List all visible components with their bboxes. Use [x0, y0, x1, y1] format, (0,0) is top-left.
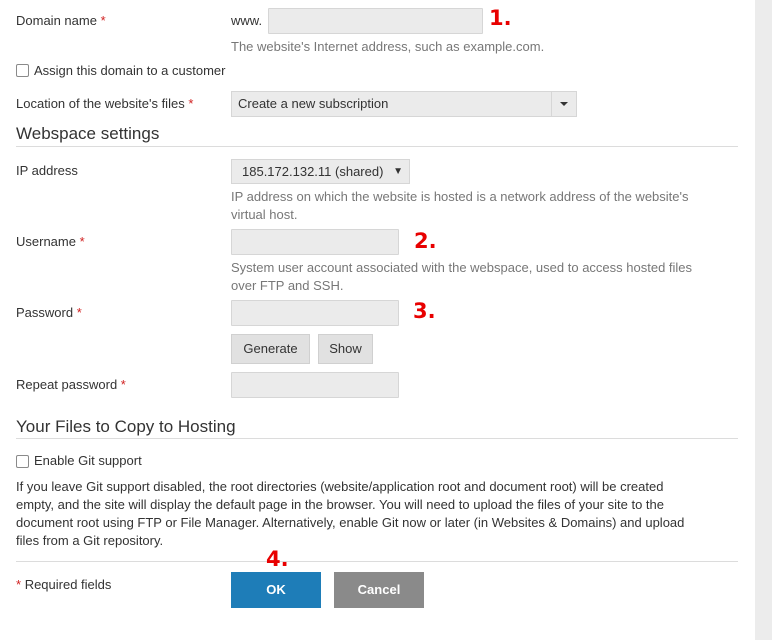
enable-git-label: Enable Git support	[34, 453, 142, 468]
generate-password-button[interactable]: Generate	[231, 334, 310, 364]
username-input[interactable]	[231, 229, 399, 255]
repeat-password-label: Repeat password *	[16, 377, 126, 392]
enable-git-checkbox[interactable]	[16, 455, 29, 468]
dropdown-arrow-icon: ▼	[393, 166, 403, 177]
annotation-step-1: 1.	[489, 6, 512, 30]
git-description-line: If you leave Git support disabled, the r…	[16, 479, 664, 494]
domain-name-label: Domain name *	[16, 13, 106, 28]
annotation-step-3: 3.	[413, 299, 436, 323]
ip-address-hint: IP address on which the website is hoste…	[231, 188, 731, 224]
domain-prefix: www.	[231, 13, 263, 28]
section-divider	[16, 438, 738, 439]
domain-name-label-text: Domain name	[16, 13, 97, 28]
scrollbar-track[interactable]	[755, 0, 772, 640]
webspace-section-title: Webspace settings	[16, 124, 160, 143]
required-mark: *	[120, 377, 126, 392]
annotation-step-4: 4.	[266, 547, 289, 571]
username-hint-line: over FTP and SSH.	[231, 278, 344, 293]
git-description-line: document root using FTP or File Manager.…	[16, 515, 685, 530]
ok-button[interactable]: OK	[231, 572, 321, 608]
ip-address-label: IP address	[16, 163, 78, 178]
password-label-text: Password	[16, 305, 74, 320]
location-select-arrow[interactable]	[551, 92, 576, 116]
footer-divider	[16, 561, 738, 562]
required-fields-note: * Required fields	[16, 577, 111, 592]
username-label-text: Username	[16, 234, 76, 249]
git-description-line: empty, and the site will display the def…	[16, 497, 664, 512]
username-hint: System user account associated with the …	[231, 259, 731, 295]
git-description-line: files from a Git repository.	[16, 533, 164, 548]
location-select-value: Create a new subscription	[238, 96, 389, 111]
password-label: Password *	[16, 305, 82, 320]
assign-customer-checkbox[interactable]	[16, 64, 29, 77]
domain-name-input[interactable]	[268, 8, 483, 34]
files-section-title: Your Files to Copy to Hosting	[16, 417, 236, 436]
username-label: Username *	[16, 234, 85, 249]
domain-name-hint: The website's Internet address, such as …	[231, 39, 545, 54]
section-divider	[16, 146, 738, 147]
repeat-password-label-text: Repeat password	[16, 377, 118, 392]
ip-address-hint-line: IP address on which the website is hoste…	[231, 189, 689, 204]
assign-customer-label: Assign this domain to a customer	[34, 63, 226, 78]
required-mark: *	[188, 96, 194, 111]
ip-address-hint-line: virtual host.	[231, 207, 298, 222]
required-mark: *	[16, 577, 22, 592]
location-label: Location of the website's files *	[16, 96, 193, 111]
repeat-password-input[interactable]	[231, 372, 399, 398]
ip-address-select-value: 185.172.132.11 (shared)	[242, 164, 384, 179]
username-hint-line: System user account associated with the …	[231, 260, 693, 275]
location-label-text: Location of the website's files	[16, 96, 185, 111]
location-select[interactable]: Create a new subscription	[231, 91, 577, 117]
required-mark: *	[100, 13, 106, 28]
cancel-button[interactable]: Cancel	[334, 572, 424, 608]
password-input[interactable]	[231, 300, 399, 326]
ip-address-select[interactable]: 185.172.132.11 (shared) ▼	[231, 159, 410, 184]
git-description: If you leave Git support disabled, the r…	[16, 478, 746, 550]
required-mark: *	[79, 234, 85, 249]
required-fields-text: Required fields	[24, 577, 112, 592]
required-mark: *	[76, 305, 82, 320]
annotation-step-2: 2.	[414, 229, 437, 253]
show-password-button[interactable]: Show	[318, 334, 373, 364]
chevron-down-icon	[560, 102, 568, 106]
